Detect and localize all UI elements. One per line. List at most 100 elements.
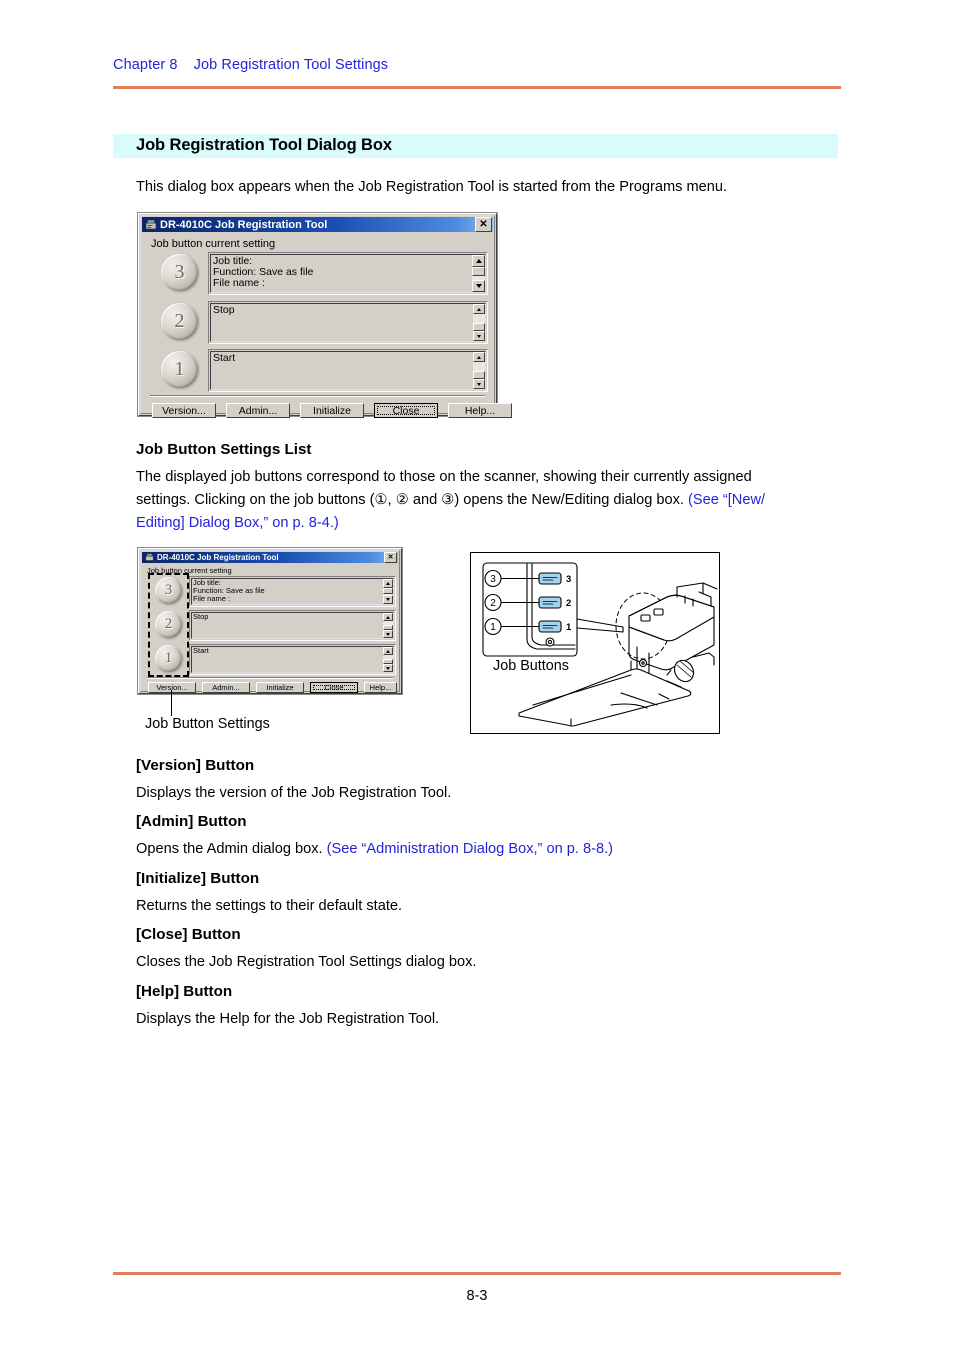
scroll-thumb-1[interactable] bbox=[473, 371, 485, 379]
scroll-down-icon-1-small[interactable] bbox=[383, 664, 393, 672]
help-button[interactable]: Help... bbox=[448, 403, 512, 418]
circled-three-inline: ③ bbox=[441, 492, 455, 508]
circled-two-inline: ② bbox=[395, 492, 409, 508]
header-rule bbox=[113, 86, 841, 89]
admin-button[interactable]: Admin... bbox=[226, 403, 290, 418]
listbox-inner-bevel-1 bbox=[210, 351, 486, 390]
job-registration-tool-dialog-small[interactable]: DR-4010C Job Registration Tool ✕ Job but… bbox=[138, 548, 402, 694]
scroll-down-icon-3[interactable] bbox=[472, 280, 485, 292]
intro-paragraph: This dialog box appears when the Job Reg… bbox=[136, 179, 728, 195]
chapter-title: Job Registration Tool Settings bbox=[193, 57, 389, 73]
scrollbar-1-small[interactable] bbox=[383, 647, 393, 672]
scroll-up-icon-1-small[interactable] bbox=[383, 647, 393, 655]
new-editing-link-part1[interactable]: (See “[New/ bbox=[688, 492, 765, 508]
job-setting-listbox-3-small[interactable]: Job title: Function: Save as file File n… bbox=[189, 576, 396, 607]
admin-button-small-label: Admin... bbox=[212, 683, 240, 692]
job-button-settings-caption: Job Button Settings bbox=[145, 716, 270, 732]
scrollbar-1[interactable] bbox=[473, 352, 485, 389]
page-title: Job Registration Tool Dialog Box bbox=[136, 136, 392, 154]
job-button-3[interactable]: 3 bbox=[161, 254, 198, 291]
help-button-small[interactable]: Help... bbox=[364, 682, 397, 693]
scanner-button-label-3: 3 bbox=[566, 574, 571, 585]
help-button-description: Displays the Help for the Job Registrati… bbox=[136, 1011, 440, 1027]
version-button[interactable]: Version... bbox=[152, 403, 216, 418]
close-icon[interactable]: ✕ bbox=[475, 217, 492, 232]
scanner-illustration: 3 2 1 3 2 1 Job Buttons bbox=[470, 552, 720, 734]
dialog2-titlebar[interactable]: DR-4010C Job Registration Tool ✕ bbox=[142, 552, 398, 563]
body-line-2d: ) opens the New/Editing dialog box. bbox=[454, 492, 689, 508]
initialize-button-description: Returns the settings to their default st… bbox=[136, 898, 403, 914]
scroll-down-icon-3-small[interactable] bbox=[383, 595, 393, 604]
scroll-down-icon-2-small[interactable] bbox=[383, 630, 393, 638]
job3-small-line-3: File name : bbox=[193, 594, 231, 603]
footer-rule bbox=[113, 1272, 841, 1275]
job-registration-tool-dialog[interactable]: DR-4010C Job Registration Tool ✕ Job but… bbox=[138, 213, 512, 418]
body-line-2b: , bbox=[387, 492, 396, 508]
job-button-1[interactable]: 1 bbox=[161, 351, 198, 388]
help-button-label: Help... bbox=[464, 404, 496, 417]
scrollbar-2[interactable] bbox=[473, 304, 485, 341]
job1-small-line-1: Start bbox=[193, 646, 209, 655]
focus-outline bbox=[377, 406, 435, 415]
chapter-number: Chapter 8 bbox=[113, 57, 178, 73]
job1-line-1: Start bbox=[213, 352, 236, 364]
scroll-track-1[interactable] bbox=[473, 362, 485, 371]
job-setting-listbox-1-small[interactable]: Start bbox=[189, 644, 396, 675]
scrollbar-3-small[interactable] bbox=[383, 579, 393, 604]
version-button-small[interactable]: Version... bbox=[148, 682, 196, 693]
scanner-button-label-1: 1 bbox=[566, 622, 572, 633]
close-button-description: Closes the Job Registration Tool Setting… bbox=[136, 954, 477, 970]
new-editing-link-part2[interactable]: Editing] Dialog Box,” on p. 8-4.) bbox=[136, 515, 339, 531]
job-button-list-heading: Job Button Settings List bbox=[136, 441, 312, 458]
scroll-up-icon-2[interactable] bbox=[473, 304, 485, 314]
running-header: Chapter 8 Job Registration Tool Settings bbox=[113, 57, 388, 73]
scanner-app-icon-small bbox=[145, 553, 154, 561]
scanner-app-icon bbox=[145, 219, 157, 229]
scroll-thumb-2[interactable] bbox=[473, 323, 485, 331]
dialog-titlebar[interactable]: DR-4010C Job Registration Tool ✕ bbox=[142, 217, 493, 232]
initialize-button-label: Initialize bbox=[313, 404, 351, 417]
scroll-down-icon-2[interactable] bbox=[473, 331, 485, 341]
scanner-circled-2: 2 bbox=[490, 598, 496, 609]
job3-line-3: File name : bbox=[213, 277, 265, 289]
scrollbar-2-small[interactable] bbox=[383, 613, 393, 638]
administration-dialog-link[interactable]: (See “Administration Dialog Box,” on p. … bbox=[327, 841, 613, 857]
caption-leader-line bbox=[171, 690, 172, 716]
scroll-up-icon-3-small[interactable] bbox=[383, 579, 393, 588]
job-button-3-number: 3 bbox=[174, 261, 185, 283]
scroll-up-icon-3[interactable] bbox=[472, 255, 485, 267]
job-button-2[interactable]: 2 bbox=[161, 303, 198, 340]
group-label: Job button current setting bbox=[151, 238, 276, 250]
admin-button-description-text: Opens the Admin dialog box. bbox=[136, 841, 327, 857]
admin-button-small[interactable]: Admin... bbox=[202, 682, 250, 693]
listbox-inner-bevel-1-small bbox=[191, 646, 394, 673]
initialize-button-small[interactable]: Initialize bbox=[256, 682, 304, 693]
initialize-button[interactable]: Initialize bbox=[300, 403, 364, 418]
scroll-track-2[interactable] bbox=[473, 314, 485, 323]
circled-one-inline: ① bbox=[374, 492, 388, 508]
job-button-2-number: 2 bbox=[174, 310, 185, 332]
close-icon-small[interactable]: ✕ bbox=[384, 552, 397, 563]
scroll-thumb-3[interactable] bbox=[472, 267, 485, 276]
job2-line-1: Stop bbox=[213, 304, 235, 316]
job-button-list-body: The displayed job buttons correspond to … bbox=[136, 466, 842, 535]
scroll-down-icon-1[interactable] bbox=[473, 379, 485, 389]
admin-button-description: Opens the Admin dialog box. (See “Admini… bbox=[136, 838, 836, 861]
admin-button-heading: [Admin] Button bbox=[136, 813, 247, 830]
close-button-small[interactable]: Close bbox=[310, 682, 358, 693]
version-button-small-label: Version... bbox=[156, 683, 188, 692]
job-buttons-caption: Job Buttons bbox=[493, 658, 570, 674]
scroll-up-icon-2-small[interactable] bbox=[383, 613, 393, 621]
close-button-heading: [Close] Button bbox=[136, 926, 241, 943]
scrollbar-3[interactable] bbox=[472, 255, 485, 292]
job-setting-listbox-2-small[interactable]: Stop bbox=[189, 610, 396, 641]
initialize-button-heading: [Initialize] Button bbox=[136, 870, 260, 887]
job-setting-listbox-1[interactable]: Start bbox=[208, 349, 488, 392]
focus-outline-small bbox=[313, 685, 355, 690]
job-setting-listbox-2[interactable]: Stop bbox=[208, 301, 488, 344]
close-button[interactable]: Close bbox=[374, 403, 438, 418]
job-setting-listbox-3[interactable]: Job title: Function: Save as file File n… bbox=[208, 252, 488, 295]
document-page: Chapter 8 Job Registration Tool Settings … bbox=[0, 0, 954, 1350]
scroll-up-icon-1[interactable] bbox=[473, 352, 485, 362]
job2-small-line-1: Stop bbox=[193, 612, 209, 621]
